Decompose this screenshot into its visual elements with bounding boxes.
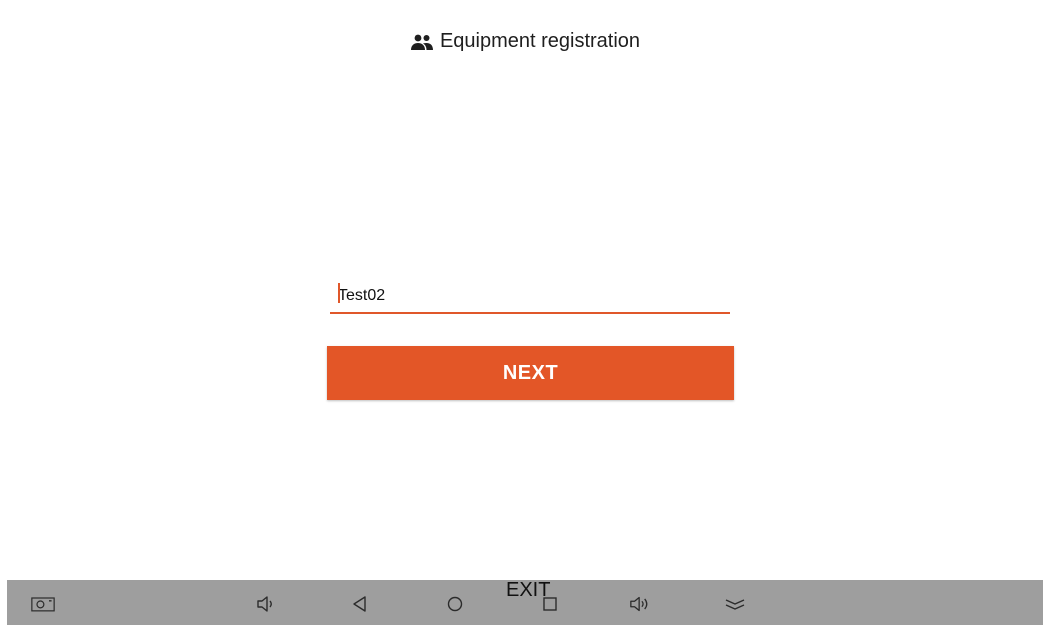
people-icon	[410, 33, 434, 51]
screenshot-icon[interactable]	[31, 592, 55, 616]
collapse-icon[interactable]	[723, 592, 747, 616]
device-name-field[interactable]	[330, 280, 730, 314]
exit-button[interactable]: EXIT	[506, 579, 550, 602]
text-caret	[338, 283, 340, 303]
registration-screen: Equipment registration NEXT	[0, 0, 1050, 625]
device-name-input[interactable]	[330, 280, 730, 312]
volume-down-icon[interactable]	[255, 592, 279, 616]
back-icon[interactable]	[348, 592, 372, 616]
page-title: Equipment registration	[0, 30, 1050, 53]
next-button[interactable]: NEXT	[327, 346, 734, 400]
volume-up-icon[interactable]	[629, 592, 653, 616]
home-icon[interactable]	[443, 592, 467, 616]
page-title-text: Equipment registration	[439, 30, 641, 52]
